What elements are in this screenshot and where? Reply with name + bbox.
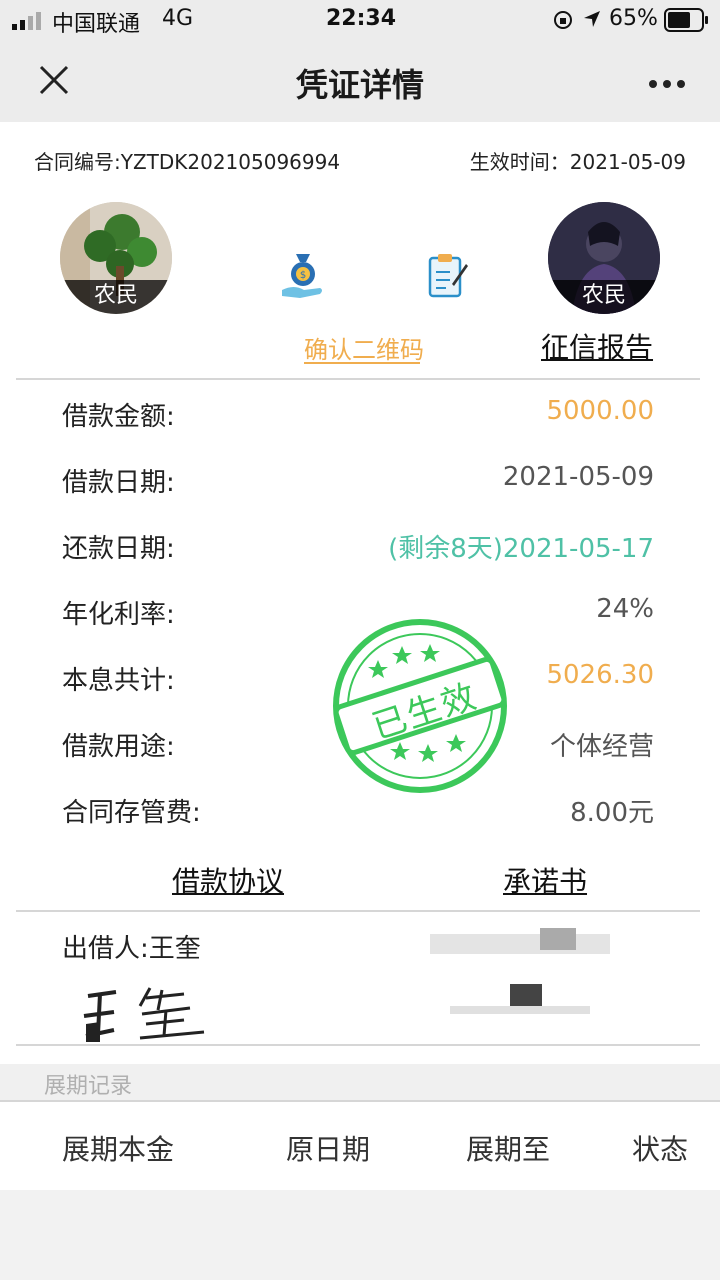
carrier: 中国联通 xyxy=(52,12,141,37)
custody-fee-label: 合同存管费: xyxy=(62,798,201,828)
borrower-avatar[interactable]: 农民 xyxy=(60,202,172,314)
extension-table-header: 展期本金 原日期 展期至 状态 xyxy=(0,1102,720,1190)
total-label: 本息共计: xyxy=(62,666,175,696)
voucher-card: 合同编号:YZTDK202105096994 生效时间：2021-05-09 农… xyxy=(0,122,720,1064)
custody-fee-value: 8.00元 xyxy=(570,798,654,828)
page-title: 凭证详情 xyxy=(295,66,424,104)
battery-icon xyxy=(664,8,710,36)
lender-avatar[interactable]: 农民 xyxy=(548,202,660,314)
status-bar: 中国联通 4G 22:34 65% xyxy=(0,0,720,40)
nav-bar: 凭证详情 xyxy=(0,40,720,122)
loan-date-label: 借款日期: xyxy=(62,468,175,498)
signal-icon xyxy=(12,12,46,34)
more-icon[interactable] xyxy=(648,74,686,93)
svg-text:$: $ xyxy=(300,270,306,281)
rotation-lock-icon xyxy=(552,9,574,35)
extension-header: 展期记录 xyxy=(0,1064,720,1100)
location-icon xyxy=(582,9,602,33)
borrower-signature-blurred xyxy=(430,922,620,1026)
divider xyxy=(16,910,700,912)
battery-percent: 65% xyxy=(609,6,658,31)
annual-rate-value: 24% xyxy=(596,594,654,624)
col-original-date: 原日期 xyxy=(286,1133,371,1166)
promise-letter-link[interactable]: 承诺书 xyxy=(503,860,587,900)
lender-tag: 农民 xyxy=(548,280,660,314)
qr-underline xyxy=(304,362,420,364)
loan-date-value: 2021-05-09 xyxy=(502,462,654,492)
repay-date-value: (剩余8天)2021-05-17 xyxy=(388,534,654,564)
clipboard-icon xyxy=(426,252,470,304)
col-status: 状态 xyxy=(632,1133,689,1166)
repay-date-label: 还款日期: xyxy=(62,534,175,564)
annual-rate-label: 年化利率: xyxy=(62,600,175,630)
divider xyxy=(16,1044,700,1046)
loan-amount-value: 5000.00 xyxy=(546,396,654,426)
money-bag-icon: $ xyxy=(280,250,326,304)
purpose-label: 借款用途: xyxy=(62,732,175,762)
loan-agreement-link[interactable]: 借款协议 xyxy=(172,860,284,900)
network-type: 4G xyxy=(162,6,194,31)
loan-amount-label: 借款金额: xyxy=(62,402,175,432)
lender-label: 出借人:王奎 xyxy=(62,934,201,964)
confirm-qr-link[interactable]: 确认二维码 xyxy=(304,330,424,365)
contract-number: 合同编号:YZTDK202105096994 xyxy=(34,150,341,174)
col-extension-principal: 展期本金 xyxy=(62,1133,175,1166)
total-value: 5026.30 xyxy=(546,660,654,690)
divider xyxy=(16,378,700,380)
col-extended-to: 展期至 xyxy=(466,1133,551,1166)
extension-title: 展期记录 xyxy=(44,1074,133,1099)
credit-report-link[interactable]: 征信报告 xyxy=(541,326,653,366)
purpose-value: 个体经营 xyxy=(549,732,654,762)
lender-signature xyxy=(80,980,220,1050)
clock: 22:34 xyxy=(326,6,397,31)
borrower-tag: 农民 xyxy=(60,280,172,314)
effective-time: 生效时间：2021-05-09 xyxy=(469,150,686,174)
